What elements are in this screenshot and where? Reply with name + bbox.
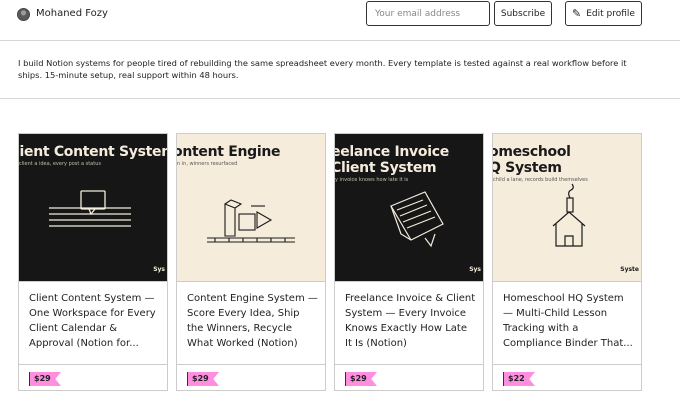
- subscribe-button[interactable]: Subscribe: [494, 1, 552, 26]
- product-card[interactable]: eelance Invoice Client System y invoice k…: [334, 133, 484, 391]
- product-card[interactable]: ontent Engine n in, winners resurfaced C…: [176, 133, 326, 391]
- card-divider: [335, 364, 483, 365]
- profile-header: Mohaned Fozy Subscribe ✎ Edit profile: [0, 0, 680, 40]
- bio-divider: [0, 98, 680, 99]
- pencil-icon: ✎: [572, 7, 582, 20]
- thumbnail-brand: Syste: [620, 266, 639, 273]
- thumbnail-brand: Sys: [153, 266, 165, 273]
- card-divider: [177, 364, 325, 365]
- price-tag: $29: [29, 372, 61, 386]
- product-thumbnail[interactable]: ontent Engine n in, winners resurfaced: [177, 134, 325, 282]
- product-card[interactable]: omeschool Q System child a lane, records …: [492, 133, 642, 391]
- product-thumbnail[interactable]: eelance Invoice Client System y invoice k…: [335, 134, 483, 282]
- subscribe-label: Subscribe: [500, 8, 546, 19]
- edit-profile-button[interactable]: ✎ Edit profile: [565, 1, 642, 26]
- thumbnail-brand: Sys: [469, 266, 481, 273]
- product-title[interactable]: Freelance Invoice & Client System — Ever…: [345, 291, 477, 351]
- content-calendar-icon: [49, 190, 131, 227]
- product-thumbnail[interactable]: omeschool Q System child a lane, records …: [493, 134, 641, 282]
- product-title[interactable]: Homeschool HQ System — Multi-Child Lesso…: [503, 291, 635, 351]
- edit-profile-label: Edit profile: [586, 8, 635, 19]
- product-title[interactable]: Client Content System — One Workspace fo…: [29, 291, 161, 351]
- product-thumbnail[interactable]: lient Content System client a idea, ever…: [19, 134, 167, 282]
- card-divider: [19, 364, 167, 365]
- price-tag: $29: [345, 372, 377, 386]
- username[interactable]: Mohaned Fozy: [36, 6, 108, 22]
- email-input[interactable]: [366, 1, 490, 26]
- card-divider: [493, 364, 641, 365]
- header-divider: [0, 40, 680, 41]
- schoolhouse-icon: [552, 183, 586, 247]
- conveyor-engine-icon: [207, 199, 295, 243]
- price-tag: $29: [187, 372, 219, 386]
- product-title[interactable]: Content Engine System — Score Every Idea…: [187, 291, 319, 351]
- price-tag: $22: [503, 372, 535, 386]
- invoice-paper-icon: [390, 191, 444, 248]
- product-card[interactable]: lient Content System client a idea, ever…: [18, 133, 168, 391]
- avatar[interactable]: [17, 8, 30, 21]
- profile-bio: I build Notion systems for people tired …: [18, 58, 627, 80]
